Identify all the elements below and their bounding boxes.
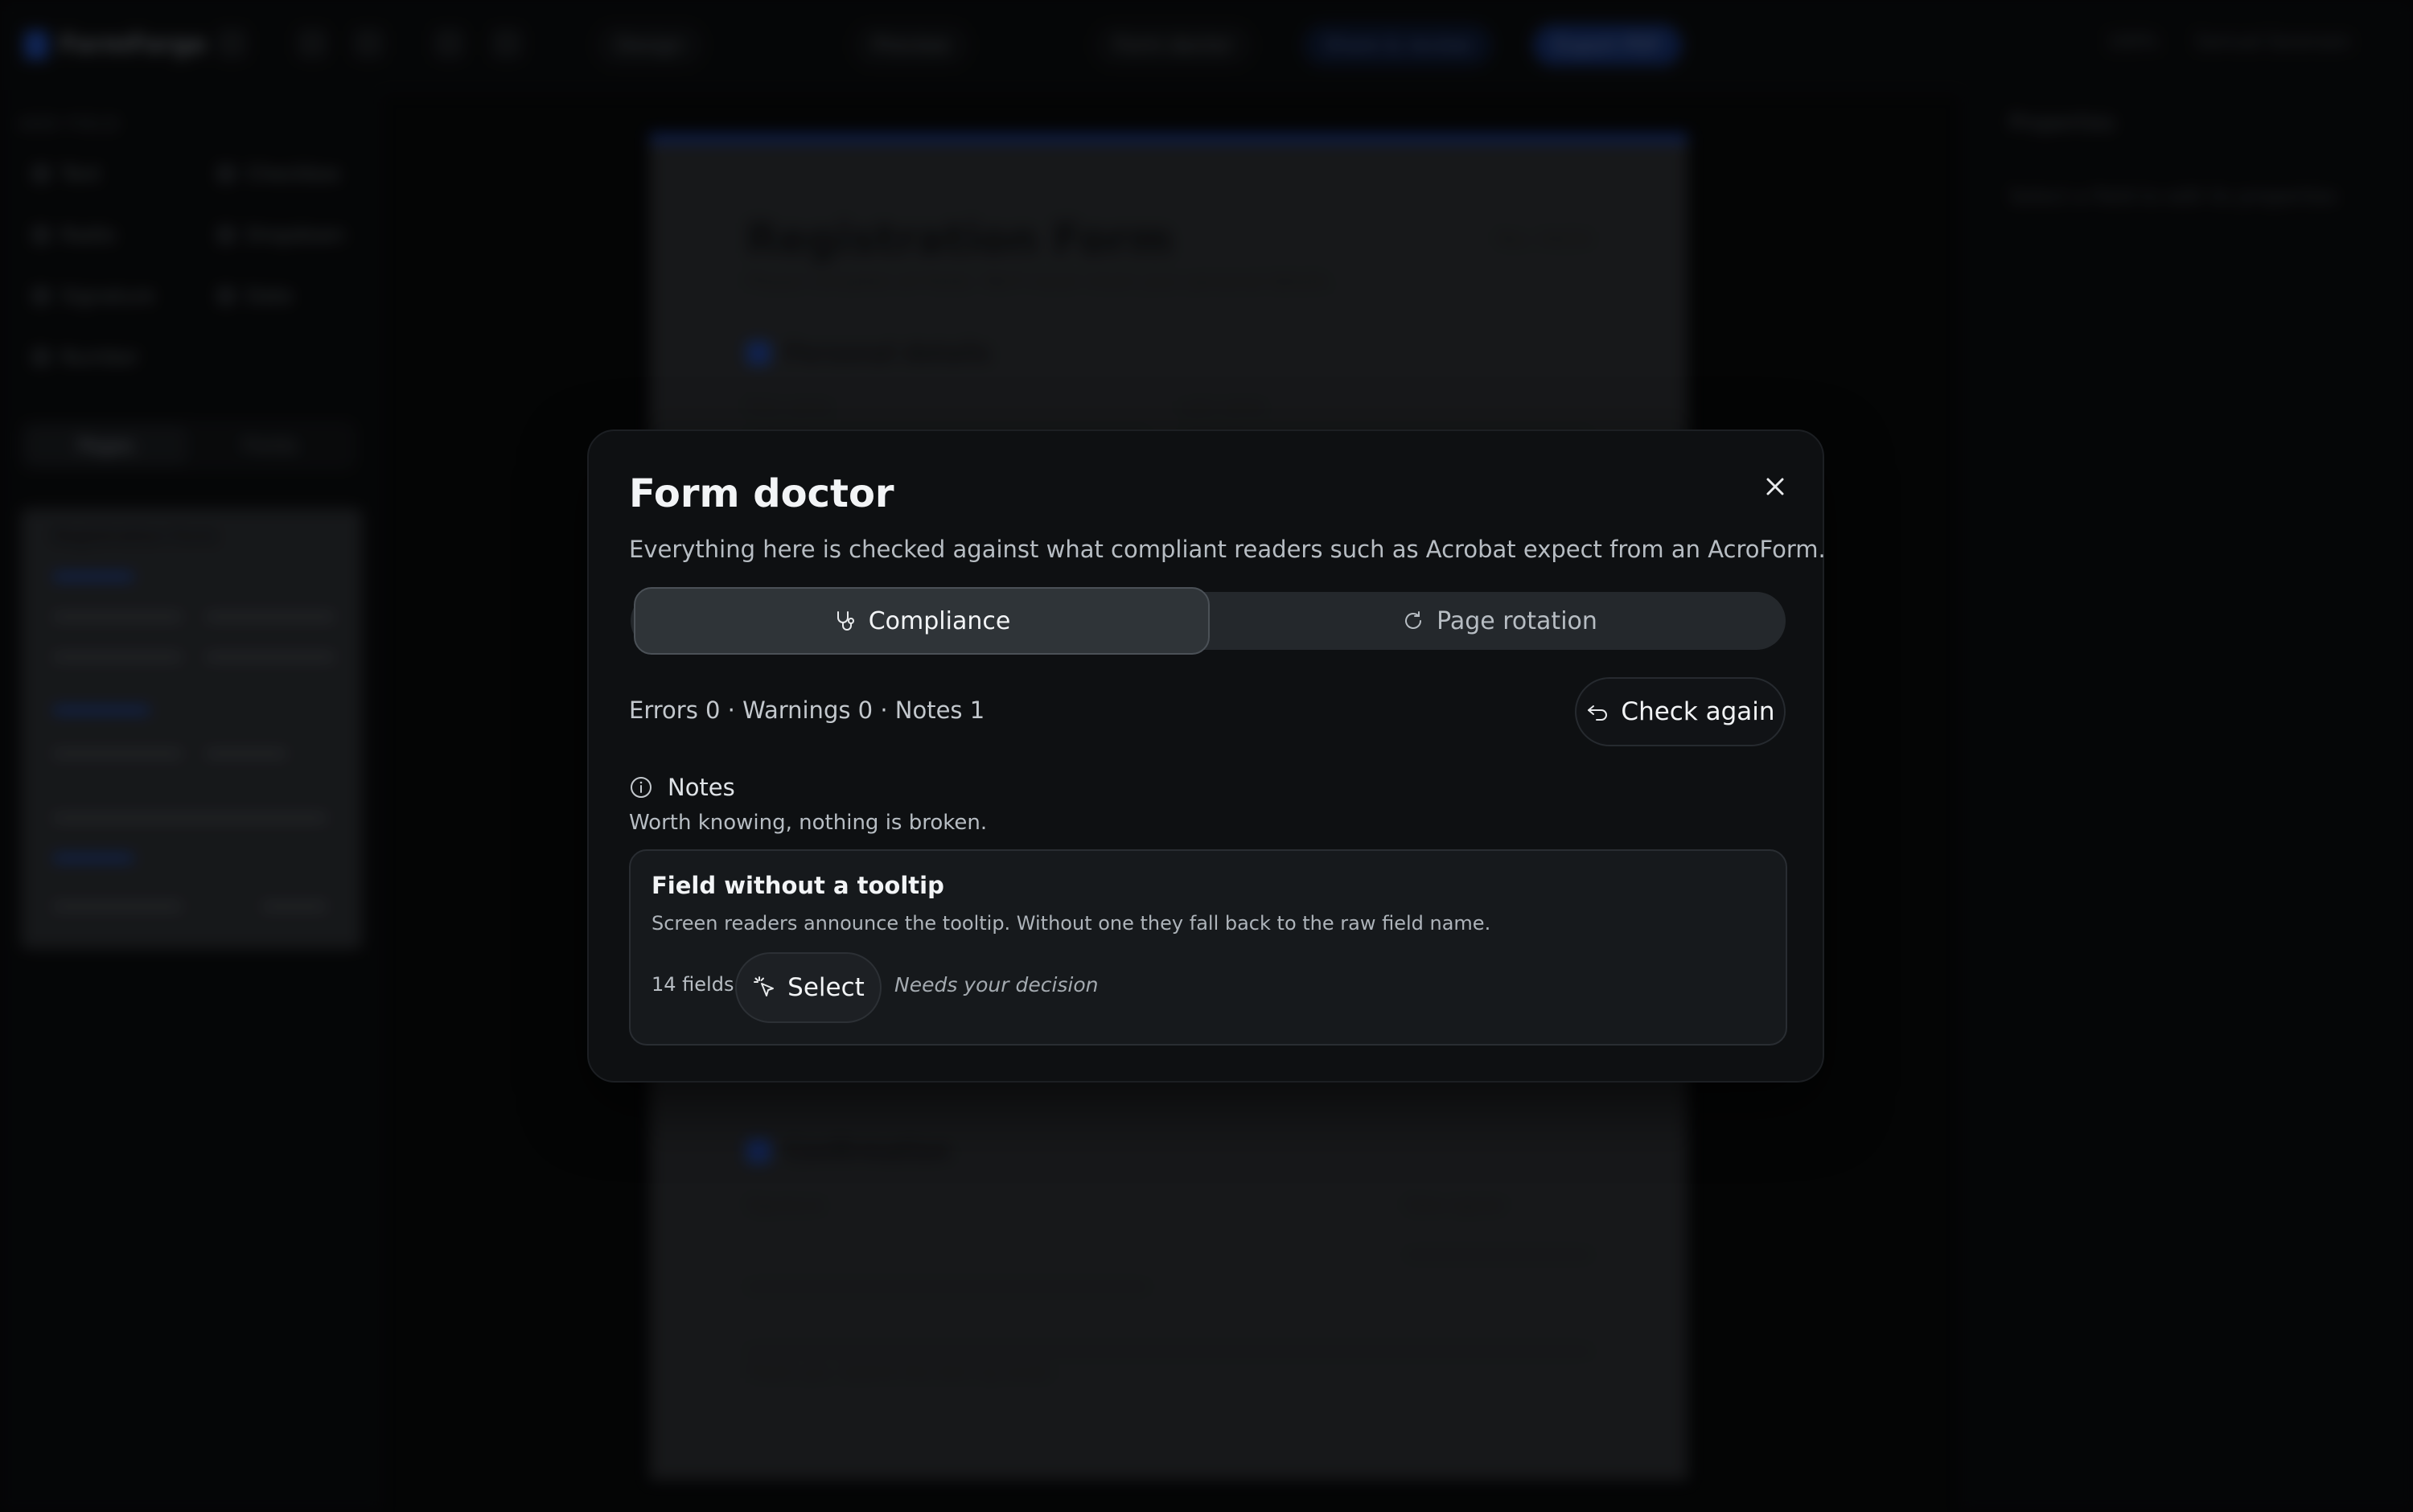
doctor-tabs: Compliance Page rotation xyxy=(631,587,1786,655)
issue-card: Field without a tooltip Screen readers a… xyxy=(629,849,1787,1046)
tab-compliance[interactable]: Compliance xyxy=(634,587,1210,655)
notes-heading: Notes xyxy=(629,774,735,801)
rotate-icon xyxy=(1405,611,1422,629)
select-label: Select xyxy=(787,973,865,1002)
select-fields-button[interactable]: Select xyxy=(735,952,882,1023)
dialog-description: Everything here is checked against what … xyxy=(629,536,1826,563)
notes-subtitle: Worth knowing, nothing is broken. xyxy=(629,811,988,835)
close-button[interactable] xyxy=(1755,466,1795,507)
check-again-label: Check again xyxy=(1621,697,1775,726)
issue-description: Screen readers announce the tooltip. Wit… xyxy=(652,912,1491,935)
tab-compliance-label: Compliance xyxy=(868,606,1011,635)
tab-page-rotation-label: Page rotation xyxy=(1437,606,1597,635)
check-summary: Errors 0 · Warnings 0 · Notes 1 xyxy=(629,696,985,724)
return-icon xyxy=(1588,705,1608,721)
tab-page-rotation[interactable]: Page rotation xyxy=(1213,592,1786,650)
close-icon xyxy=(1766,478,1784,495)
dialog-title: Form doctor xyxy=(629,471,894,516)
stethoscope-icon xyxy=(837,611,854,631)
issue-title: Field without a tooltip xyxy=(652,872,944,899)
form-doctor-dialog: Form doctor Everything here is checked a… xyxy=(587,429,1826,1083)
issue-field-count: 14 fields xyxy=(652,973,734,996)
notes-heading-label: Notes xyxy=(668,774,735,801)
check-again-button[interactable]: Check again xyxy=(1575,677,1786,746)
cursor-click-icon xyxy=(754,976,775,996)
issue-status: Needs your decision xyxy=(894,973,1099,996)
info-icon xyxy=(631,777,652,798)
